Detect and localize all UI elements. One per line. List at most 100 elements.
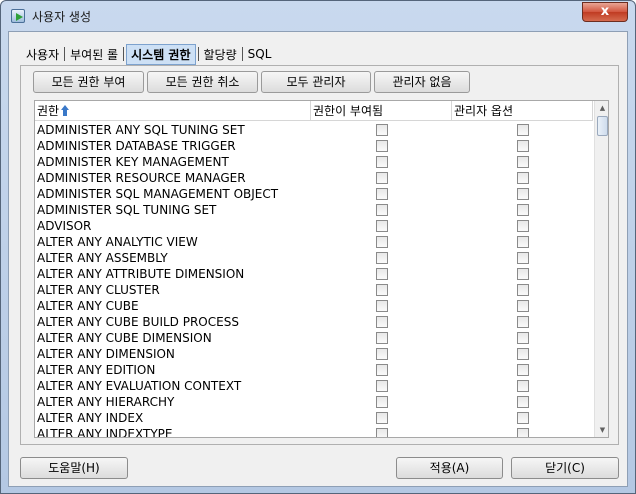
tab-separator — [123, 47, 125, 61]
admin-option-checkbox[interactable] — [517, 268, 529, 280]
privilege-name: ALTER ANY ASSEMBLY — [37, 251, 168, 265]
apply-button[interactable]: 적용(A) — [396, 457, 503, 479]
table-row[interactable]: ADVISOR — [35, 218, 593, 234]
granted-checkbox[interactable] — [376, 300, 388, 312]
granted-checkbox[interactable] — [376, 284, 388, 296]
admin-option-checkbox[interactable] — [517, 316, 529, 328]
table-row[interactable]: ADMINISTER ANY SQL TUNING SET — [35, 122, 593, 138]
admin-option-checkbox[interactable] — [517, 204, 529, 216]
granted-checkbox[interactable] — [376, 220, 388, 232]
privilege-toolbar: 모든 권한 부여 모든 권한 취소 모두 관리자 관리자 없음 — [33, 71, 470, 93]
table-row[interactable]: ALTER ANY CLUSTER — [35, 282, 593, 298]
vertical-scrollbar[interactable]: ▲ ▼ — [594, 101, 608, 437]
table-row[interactable]: ADMINISTER DATABASE TRIGGER — [35, 138, 593, 154]
granted-checkbox[interactable] — [376, 316, 388, 328]
table-row[interactable]: ADMINISTER RESOURCE MANAGER — [35, 170, 593, 186]
admin-option-checkbox[interactable] — [517, 252, 529, 264]
create-user-dialog: 사용자 생성 x 사용자 부여된 롤 시스템 권한 할당량 SQL 모든 권한 … — [0, 0, 636, 494]
all-admin-button[interactable]: 모두 관리자 — [261, 71, 371, 93]
admin-option-checkbox[interactable] — [517, 380, 529, 392]
help-button[interactable]: 도움말(H) — [20, 457, 128, 479]
admin-option-checkbox[interactable] — [517, 364, 529, 376]
tab-strip: 사용자 부여된 롤 시스템 권한 할당량 SQL — [23, 43, 274, 65]
tab-sql[interactable]: SQL — [245, 45, 275, 63]
admin-option-checkbox[interactable] — [517, 348, 529, 360]
admin-option-checkbox[interactable] — [517, 428, 529, 437]
table-row[interactable]: ALTER ANY INDEXTYPE — [35, 426, 593, 438]
tab-system-privileges[interactable]: 시스템 권한 — [126, 43, 196, 65]
table-row[interactable]: ALTER ANY INDEX — [35, 410, 593, 426]
title-bar[interactable]: 사용자 생성 x — [1, 1, 635, 31]
table-row[interactable]: ADMINISTER KEY MANAGEMENT — [35, 154, 593, 170]
granted-checkbox[interactable] — [376, 380, 388, 392]
granted-checkbox[interactable] — [376, 428, 388, 437]
table-row[interactable]: ALTER ANY CUBE — [35, 298, 593, 314]
scrollbar-thumb[interactable] — [597, 116, 608, 136]
granted-checkbox[interactable] — [376, 204, 388, 216]
column-header-admin-option[interactable]: 관리자 옵션 — [452, 101, 593, 121]
grid-rows: ADMINISTER ANY SQL TUNING SET ADMINISTER… — [35, 122, 593, 438]
granted-checkbox[interactable] — [376, 188, 388, 200]
admin-option-checkbox[interactable] — [517, 300, 529, 312]
column-header-granted[interactable]: 권한이 부여됨 — [311, 101, 452, 121]
privilege-name: ALTER ANY EDITION — [37, 363, 156, 377]
close-window-button[interactable]: x — [582, 2, 628, 22]
table-row[interactable]: ALTER ANY ATTRIBUTE DIMENSION — [35, 266, 593, 282]
privilege-name: ADMINISTER DATABASE TRIGGER — [37, 139, 236, 153]
table-row[interactable]: ALTER ANY EDITION — [35, 362, 593, 378]
scroll-up-arrow-icon[interactable]: ▲ — [595, 101, 608, 115]
admin-option-checkbox[interactable] — [517, 156, 529, 168]
admin-option-checkbox[interactable] — [517, 124, 529, 136]
granted-checkbox[interactable] — [376, 172, 388, 184]
granted-checkbox[interactable] — [376, 396, 388, 408]
revoke-all-button[interactable]: 모든 권한 취소 — [147, 71, 258, 93]
no-admin-button[interactable]: 관리자 없음 — [374, 71, 470, 93]
admin-option-checkbox[interactable] — [517, 188, 529, 200]
admin-option-checkbox[interactable] — [517, 172, 529, 184]
tab-granted-roles[interactable]: 부여된 롤 — [67, 44, 121, 65]
privilege-name: ADMINISTER SQL MANAGEMENT OBJECT — [37, 187, 279, 201]
privilege-name: ADMINISTER SQL TUNING SET — [37, 203, 217, 217]
grid-header: 권한 권한이 부여됨 관리자 옵션 — [35, 101, 593, 121]
privilege-name: ALTER ANY INDEX — [37, 411, 144, 425]
scroll-down-arrow-icon[interactable]: ▼ — [595, 423, 608, 437]
granted-checkbox[interactable] — [376, 140, 388, 152]
column-header-privilege[interactable]: 권한 — [35, 101, 311, 121]
column-header-label: 권한이 부여됨 — [313, 104, 384, 118]
privilege-name: ALTER ANY INDEXTYPE — [37, 427, 173, 438]
table-row[interactable]: ALTER ANY CUBE DIMENSION — [35, 330, 593, 346]
table-row[interactable]: ADMINISTER SQL MANAGEMENT OBJECT — [35, 186, 593, 202]
close-button[interactable]: 닫기(C) — [511, 457, 619, 479]
table-row[interactable]: ALTER ANY EVALUATION CONTEXT — [35, 378, 593, 394]
granted-checkbox[interactable] — [376, 412, 388, 424]
table-row[interactable]: ALTER ANY DIMENSION — [35, 346, 593, 362]
admin-option-checkbox[interactable] — [517, 284, 529, 296]
admin-option-checkbox[interactable] — [517, 332, 529, 344]
admin-option-checkbox[interactable] — [517, 412, 529, 424]
granted-checkbox[interactable] — [376, 364, 388, 376]
granted-checkbox[interactable] — [376, 348, 388, 360]
granted-checkbox[interactable] — [376, 252, 388, 264]
window-title: 사용자 생성 — [32, 10, 92, 24]
privilege-name: ADMINISTER KEY MANAGEMENT — [37, 155, 229, 169]
table-row[interactable]: ADMINISTER SQL TUNING SET — [35, 202, 593, 218]
granted-checkbox[interactable] — [376, 236, 388, 248]
dialog-body: 사용자 부여된 롤 시스템 권한 할당량 SQL 모든 권한 부여 모든 권한 … — [8, 31, 628, 487]
admin-option-checkbox[interactable] — [517, 236, 529, 248]
granted-checkbox[interactable] — [376, 332, 388, 344]
granted-checkbox[interactable] — [376, 156, 388, 168]
admin-option-checkbox[interactable] — [517, 220, 529, 232]
privilege-name: ADMINISTER RESOURCE MANAGER — [37, 171, 246, 185]
table-row[interactable]: ALTER ANY ASSEMBLY — [35, 250, 593, 266]
granted-checkbox[interactable] — [376, 124, 388, 136]
close-icon: x — [600, 4, 610, 19]
admin-option-checkbox[interactable] — [517, 140, 529, 152]
admin-option-checkbox[interactable] — [517, 396, 529, 408]
table-row[interactable]: ALTER ANY ANALYTIC VIEW — [35, 234, 593, 250]
grant-all-button[interactable]: 모든 권한 부여 — [33, 71, 144, 93]
granted-checkbox[interactable] — [376, 268, 388, 280]
table-row[interactable]: ALTER ANY CUBE BUILD PROCESS — [35, 314, 593, 330]
table-row[interactable]: ALTER ANY HIERARCHY — [35, 394, 593, 410]
tab-quotas[interactable]: 할당량 — [201, 44, 240, 65]
tab-user[interactable]: 사용자 — [23, 44, 62, 65]
